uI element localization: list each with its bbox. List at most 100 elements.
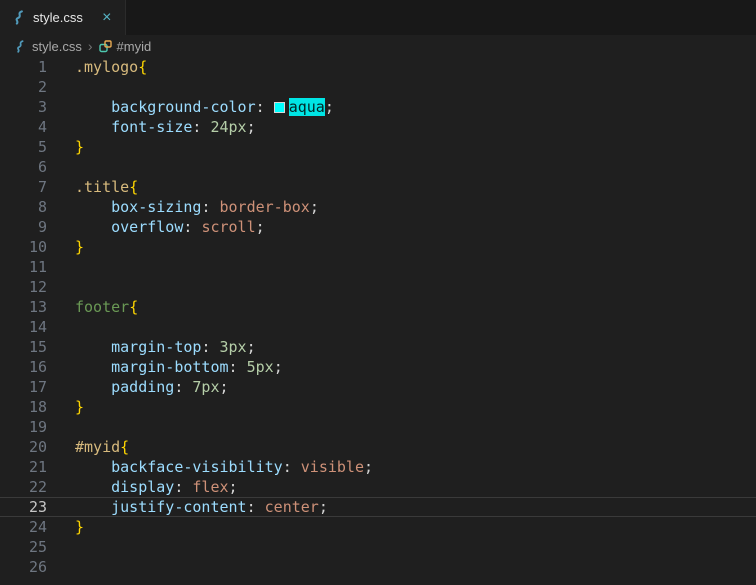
code-line[interactable]: 22 display: flex; xyxy=(0,477,756,497)
code-text[interactable]: } xyxy=(47,517,756,537)
line-number[interactable]: 20 xyxy=(0,437,47,457)
code-text[interactable]: .title{ xyxy=(47,177,756,197)
code-text[interactable]: box-sizing: border-box; xyxy=(47,197,756,217)
line-number[interactable]: 6 xyxy=(0,157,47,177)
line-number[interactable]: 25 xyxy=(0,537,47,557)
code-line[interactable]: 17 padding: 7px; xyxy=(0,377,756,397)
code-text[interactable]: margin-bottom: 5px; xyxy=(47,357,756,377)
code-line[interactable]: 24} xyxy=(0,517,756,537)
code-text[interactable] xyxy=(47,317,756,337)
line-number[interactable]: 3 xyxy=(0,97,47,117)
color-swatch[interactable] xyxy=(273,102,285,113)
line-number[interactable]: 24 xyxy=(0,517,47,537)
line-number[interactable]: 14 xyxy=(0,317,47,337)
code-text[interactable]: justify-content: center; xyxy=(47,498,756,516)
line-number[interactable]: 18 xyxy=(0,397,47,417)
code-line[interactable]: 11 xyxy=(0,257,756,277)
line-number[interactable]: 4 xyxy=(0,117,47,137)
line-number[interactable]: 1 xyxy=(0,57,47,77)
code-line[interactable]: 3 background-color: aqua; xyxy=(0,97,756,117)
code-text[interactable]: padding: 7px; xyxy=(47,377,756,397)
line-number[interactable]: 9 xyxy=(0,217,47,237)
code-text[interactable] xyxy=(47,537,756,557)
line-number[interactable]: 23 xyxy=(0,498,47,516)
code-text[interactable] xyxy=(47,277,756,297)
code-line[interactable]: 14 xyxy=(0,317,756,337)
css-file-icon xyxy=(14,39,27,53)
code-text[interactable] xyxy=(47,157,756,177)
code-text[interactable]: footer{ xyxy=(47,297,756,317)
code-line[interactable]: 26 xyxy=(0,557,756,577)
code-line[interactable]: 9 overflow: scroll; xyxy=(0,217,756,237)
code-line[interactable]: 2 xyxy=(0,77,756,97)
code-line[interactable]: 12 xyxy=(0,277,756,297)
code-line[interactable]: 4 font-size: 24px; xyxy=(0,117,756,137)
line-number[interactable]: 8 xyxy=(0,197,47,217)
code-line[interactable]: 16 margin-bottom: 5px; xyxy=(0,357,756,377)
code-text[interactable]: overflow: scroll; xyxy=(47,217,756,237)
code-line[interactable]: 8 box-sizing: border-box; xyxy=(0,197,756,217)
code-token: { xyxy=(129,178,139,196)
line-number[interactable]: 10 xyxy=(0,237,47,257)
code-token: : xyxy=(246,498,265,516)
code-line[interactable]: 18} xyxy=(0,397,756,417)
line-number[interactable]: 19 xyxy=(0,417,47,437)
code-line[interactable]: 19 xyxy=(0,417,756,437)
code-line[interactable]: 5} xyxy=(0,137,756,157)
code-text[interactable]: backface-visibility: visible; xyxy=(47,457,756,477)
line-number[interactable]: 7 xyxy=(0,177,47,197)
line-number[interactable]: 16 xyxy=(0,357,47,377)
code-line[interactable]: 10} xyxy=(0,237,756,257)
line-number[interactable]: 11 xyxy=(0,257,47,277)
editor[interactable]: 1 .mylogo{2 3 background-color: aqua; 4 fon… xyxy=(0,57,756,577)
code-text[interactable] xyxy=(47,557,756,577)
line-number[interactable]: 15 xyxy=(0,337,47,357)
code-text[interactable]: #myid{ xyxy=(47,437,756,457)
code-text[interactable] xyxy=(47,77,756,97)
breadcrumb-item-file[interactable]: style.css xyxy=(14,39,82,54)
code-token: ; xyxy=(255,218,265,236)
code-text[interactable]: font-size: 24px; xyxy=(47,117,756,137)
code-text[interactable]: } xyxy=(47,237,756,257)
code-token: ; xyxy=(246,338,256,356)
code-text[interactable]: } xyxy=(47,397,756,417)
code-line[interactable]: 23 justify-content: center; xyxy=(0,497,756,517)
line-number[interactable]: 13 xyxy=(0,297,47,317)
code-token: .title xyxy=(75,178,130,196)
code-token: : xyxy=(228,358,247,376)
code-text[interactable]: background-color: aqua; xyxy=(47,97,756,117)
code-token: 24px xyxy=(210,118,247,136)
code-text[interactable]: } xyxy=(47,137,756,157)
tab-style-css[interactable]: style.css × xyxy=(0,0,126,35)
breadcrumb: style.css › #myid xyxy=(0,35,756,57)
breadcrumb-item-symbol[interactable]: #myid xyxy=(98,39,151,54)
line-number[interactable]: 21 xyxy=(0,457,47,477)
code-line[interactable]: 21 backface-visibility: visible; xyxy=(0,457,756,477)
line-number[interactable]: 2 xyxy=(0,77,47,97)
code-line[interactable]: 13 footer{ xyxy=(0,297,756,317)
code-text[interactable] xyxy=(47,257,756,277)
code-line[interactable]: 15 margin-top: 3px; xyxy=(0,337,756,357)
code-line[interactable]: 6 xyxy=(0,157,756,177)
code-line[interactable]: 7 .title{ xyxy=(0,177,756,197)
code-text[interactable]: margin-top: 3px; xyxy=(47,337,756,357)
line-number[interactable]: 22 xyxy=(0,477,47,497)
code-token: ; xyxy=(219,378,229,396)
code-token: } xyxy=(75,398,85,416)
code-text[interactable] xyxy=(47,417,756,437)
line-number[interactable]: 26 xyxy=(0,557,47,577)
line-number[interactable]: 12 xyxy=(0,277,47,297)
code-token: : xyxy=(201,338,220,356)
line-number[interactable]: 17 xyxy=(0,377,47,397)
code-line[interactable]: 1 .mylogo{ xyxy=(0,57,756,77)
code-token: .mylogo xyxy=(75,58,139,76)
close-icon[interactable]: × xyxy=(99,9,115,26)
code-token: ; xyxy=(364,458,374,476)
code-text[interactable]: .mylogo{ xyxy=(47,57,756,77)
code-text[interactable]: display: flex; xyxy=(47,477,756,497)
code-line[interactable]: 25 xyxy=(0,537,756,557)
line-number[interactable]: 5 xyxy=(0,137,47,157)
code-line[interactable]: 20 #myid{ xyxy=(0,437,756,457)
